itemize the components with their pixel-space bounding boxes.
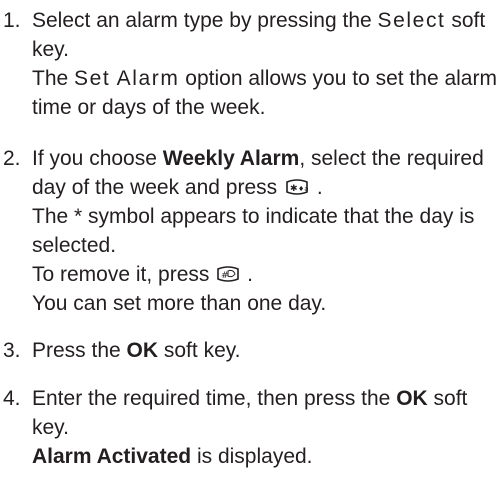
step-line: Select an alarm type by pressing the Sel…	[32, 6, 502, 35]
step-number: 1.	[3, 9, 21, 32]
text: option allows you to set the alarm	[179, 67, 497, 90]
text: Press the	[32, 339, 127, 362]
step-line: key.	[32, 416, 69, 439]
step-line: key.	[32, 38, 69, 61]
text: day of the week and press	[32, 176, 283, 199]
text: , select the required	[299, 147, 484, 170]
svg-text:✱: ✱	[290, 184, 298, 194]
text: .	[311, 176, 323, 199]
hash-key-icon: #	[216, 265, 240, 283]
step-text: Press the OK soft key.	[32, 336, 502, 365]
step-line: selected.	[32, 234, 117, 257]
step-line: Alarm Activated is displayed.	[32, 442, 502, 471]
text: To remove it, press	[32, 263, 216, 286]
step-number: 3.	[3, 339, 21, 362]
ui-term-set-alarm: Set Alarm	[74, 67, 180, 90]
step-line: Press the OK soft key.	[32, 336, 502, 365]
text: Select an alarm type by pressing the	[32, 9, 378, 32]
text: soft	[427, 387, 468, 410]
step-line: The * symbol appears to indicate that th…	[32, 205, 475, 228]
star-key-icon: ✱ ♦a	[284, 179, 310, 196]
step-text: Select an alarm type by pressing the Sel…	[32, 6, 502, 122]
weekly-alarm-term: Weekly Alarm	[162, 147, 300, 170]
svg-text:#: #	[221, 271, 229, 281]
text: soft	[445, 9, 486, 32]
step-line: Enter the required time, then press the …	[32, 384, 502, 413]
step-line: The Set Alarm option allows you to set t…	[32, 64, 502, 93]
text: soft key.	[158, 339, 241, 362]
text: .	[241, 263, 253, 286]
text: Enter the required time, then press the	[32, 387, 397, 410]
text: The	[32, 67, 75, 90]
step-text: If you choose Weekly Alarm, select the r…	[32, 144, 502, 318]
alarm-activated-term: Alarm Activated	[32, 445, 192, 468]
step-line: day of the week and press ✱ ♦a .	[32, 173, 502, 202]
step-line: time or days of the week.	[32, 96, 266, 119]
step-line: You can set more than one day.	[32, 292, 327, 315]
text: If you choose	[32, 147, 163, 170]
ok-term: OK	[126, 339, 159, 362]
step-text: Enter the required time, then press the …	[32, 384, 502, 471]
ui-term-select: Select	[377, 9, 446, 32]
step-number: 2.	[3, 147, 21, 170]
ok-term: OK	[396, 387, 428, 410]
text: is displayed.	[191, 445, 313, 468]
step-number: 4.	[3, 387, 21, 410]
step-line: If you choose Weekly Alarm, select the r…	[32, 144, 502, 173]
svg-text:♦a: ♦a	[298, 185, 309, 193]
step-line: To remove it, press # .	[32, 260, 502, 289]
